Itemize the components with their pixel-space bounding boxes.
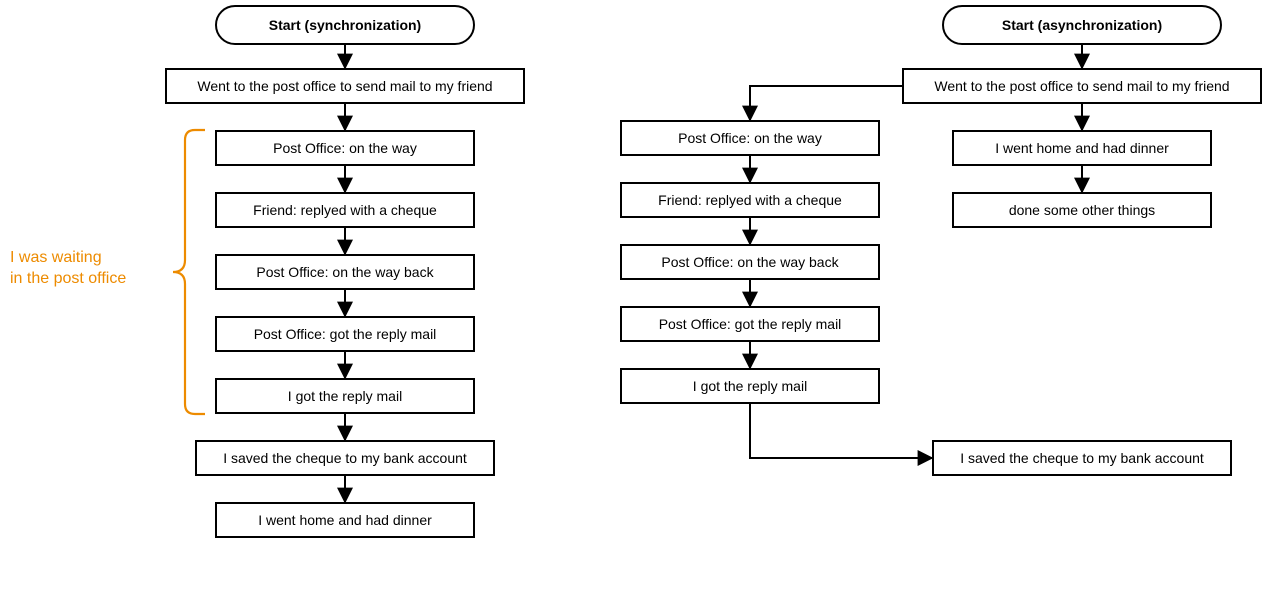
async-step-6: I got the reply mail	[620, 368, 880, 404]
sync-step-7: I saved the cheque to my bank account	[195, 440, 495, 476]
sync-step-8: I went home and had dinner	[215, 502, 475, 538]
text: Went to the post office to send mail to …	[934, 78, 1229, 95]
sync-step-3: Friend: replyed with a cheque	[215, 192, 475, 228]
text: I saved the cheque to my bank account	[960, 450, 1204, 467]
annotation-text: I was waiting in the post office	[10, 249, 126, 287]
text: Post Office: on the way	[678, 130, 822, 147]
text: Post Office: got the reply mail	[254, 326, 437, 343]
text: Post Office: on the way back	[256, 264, 433, 281]
async-step-7: I saved the cheque to my bank account	[932, 440, 1232, 476]
async-step-1: Went to the post office to send mail to …	[902, 68, 1262, 104]
async-right-col-1: I went home and had dinner	[952, 130, 1212, 166]
text: Went to the post office to send mail to …	[197, 78, 492, 95]
waiting-annotation: I was waiting in the post office	[10, 248, 170, 290]
text: Friend: replyed with a cheque	[658, 192, 842, 209]
async-start-label: Start (asynchronization)	[1002, 17, 1162, 34]
sync-step-4: Post Office: on the way back	[215, 254, 475, 290]
text: Friend: replyed with a cheque	[253, 202, 437, 219]
sync-step-1: Went to the post office to send mail to …	[165, 68, 525, 104]
sync-start-label: Start (synchronization)	[269, 17, 421, 34]
text: I saved the cheque to my bank account	[223, 450, 467, 467]
text: Post Office: on the way	[273, 140, 417, 157]
async-step-3: Friend: replyed with a cheque	[620, 182, 880, 218]
sync-step-6: I got the reply mail	[215, 378, 475, 414]
sync-step-2: Post Office: on the way	[215, 130, 475, 166]
async-right-col-2: done some other things	[952, 192, 1212, 228]
async-step-5: Post Office: got the reply mail	[620, 306, 880, 342]
text: I went home and had dinner	[258, 512, 432, 529]
text: done some other things	[1009, 202, 1155, 219]
text: Post Office: got the reply mail	[659, 316, 842, 333]
text: I went home and had dinner	[995, 140, 1169, 157]
text: I got the reply mail	[288, 388, 402, 405]
sync-step-5: Post Office: got the reply mail	[215, 316, 475, 352]
async-step-4: Post Office: on the way back	[620, 244, 880, 280]
text: Post Office: on the way back	[661, 254, 838, 271]
sync-start-terminator: Start (synchronization)	[215, 5, 475, 45]
async-start-terminator: Start (asynchronization)	[942, 5, 1222, 45]
async-step-2: Post Office: on the way	[620, 120, 880, 156]
text: I got the reply mail	[693, 378, 807, 395]
